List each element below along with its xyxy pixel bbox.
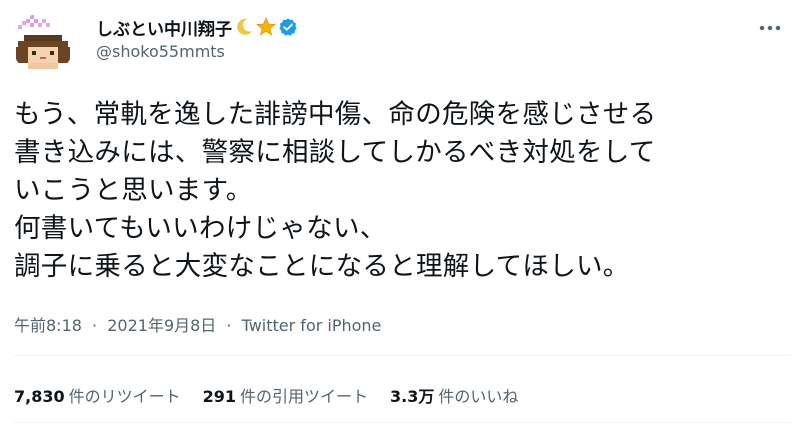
likes-stat[interactable]: 3.3万 件のいいね (390, 383, 518, 407)
tweet-source[interactable]: Twitter for iPhone (242, 316, 382, 335)
tweet-meta: 午前8:18 · 2021年9月8日 · Twitter for iPhone (14, 312, 381, 336)
tweet-text: もう、常軌を逸した誹謗中傷、命の危険を感じさせる 書き込みには、警察に相談してし… (14, 99, 657, 282)
quotes-stat[interactable]: 291 件の引用ツイート (203, 383, 368, 407)
quotes-count: 291 (202, 387, 237, 406)
retweets-stat[interactable]: 7,830 件のリツイート (14, 383, 181, 407)
divider-top (14, 355, 791, 356)
user-names: しぶとい中川翔子 @shoko55mmts (96, 14, 298, 61)
tweet-stats: 7,830 件のリツイート 291 件の引用ツイート 3.3万 件のいいね (14, 383, 540, 407)
meta-separator-2: · (226, 316, 232, 335)
retweets-label: 件のリツイート (68, 387, 181, 406)
star-icon (256, 17, 276, 37)
user-handle[interactable]: @shoko55mmts (96, 42, 298, 61)
retweets-count: 7,830 (14, 387, 65, 406)
verified-badge-icon (278, 17, 298, 37)
avatar[interactable] (12, 13, 74, 75)
more-dots-icon (759, 25, 781, 31)
more-options-button[interactable] (756, 18, 784, 38)
pixel-avatar-image (14, 15, 70, 69)
meta-separator: · (92, 316, 98, 335)
likes-count: 3.3万 (390, 387, 435, 406)
tweet-detail: しぶとい中川翔子 @shoko55mmts もう、常軌を逸した誹謗中傷、命の危険… (0, 0, 805, 428)
tweet-header: しぶとい中川翔子 @shoko55mmts (12, 10, 792, 75)
crescent-moon-icon (234, 17, 254, 37)
tweet-date[interactable]: 2021年9月8日 (107, 316, 216, 335)
display-name[interactable]: しぶとい中川翔子 (96, 15, 232, 40)
tweet-time[interactable]: 午前8:18 (14, 316, 82, 335)
display-name-row: しぶとい中川翔子 (96, 14, 298, 40)
likes-label: 件のいいね (438, 387, 519, 406)
divider-bottom (14, 422, 791, 423)
quotes-label: 件の引用ツイート (240, 387, 369, 406)
